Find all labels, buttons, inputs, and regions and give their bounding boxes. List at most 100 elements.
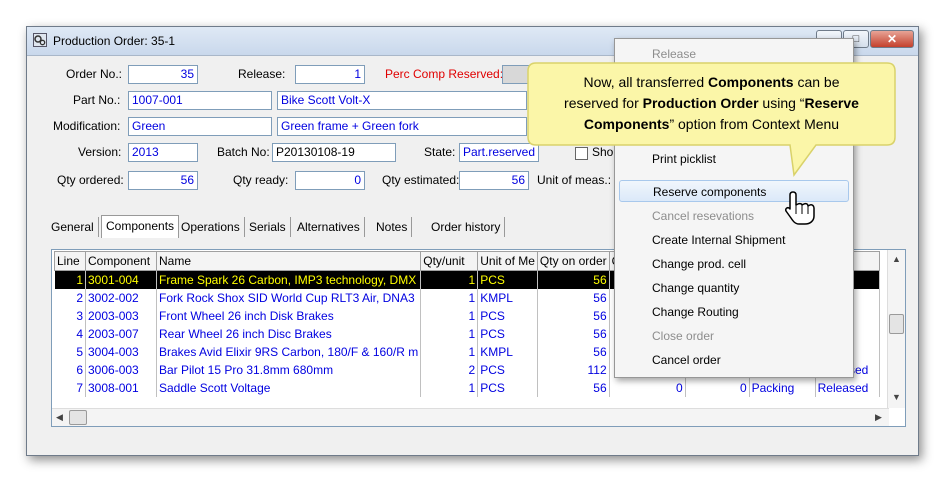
qty-estimated-field[interactable]: 56 bbox=[459, 171, 529, 190]
cell-line: 4 bbox=[54, 325, 86, 343]
cell-unit: PCS bbox=[477, 270, 538, 289]
part-name-field[interactable]: Bike Scott Volt-X bbox=[277, 91, 527, 110]
qty-ready-label: Qty ready: bbox=[233, 173, 289, 187]
qty-ordered-field[interactable]: 56 bbox=[128, 171, 198, 190]
col-header-unit[interactable]: Unit of Me bbox=[477, 251, 538, 271]
cell-name: Saddle Scott Voltage bbox=[156, 379, 422, 397]
modification-label: Modification: bbox=[53, 119, 121, 133]
cell-line: 7 bbox=[54, 379, 86, 397]
cell-qty-unit: 1 bbox=[420, 325, 479, 343]
cell-line: 5 bbox=[54, 343, 86, 361]
menu-item-close-order[interactable]: Close order bbox=[619, 325, 849, 347]
show-label: Sho bbox=[592, 145, 614, 159]
modification-desc-field[interactable]: Green frame + Green fork bbox=[277, 117, 527, 136]
state-label: State: bbox=[424, 145, 456, 159]
vertical-scrollbar[interactable]: ▲ ▼ bbox=[887, 250, 905, 408]
cell-line: 6 bbox=[54, 361, 86, 379]
tab-operations[interactable]: Operations bbox=[177, 217, 245, 237]
cell-c8: 0 bbox=[685, 379, 750, 397]
cell-qty-unit: 1 bbox=[420, 289, 479, 307]
cell-unit: PCS bbox=[477, 325, 538, 343]
scroll-down-icon[interactable]: ▼ bbox=[892, 392, 901, 402]
cell-name: Fork Rock Shox SID World Cup RLT3 Air, D… bbox=[156, 289, 422, 307]
menu-item-print-picklist[interactable]: Print picklist bbox=[619, 148, 849, 170]
horizontal-scroll-thumb[interactable] bbox=[69, 410, 87, 425]
tab-general[interactable]: General bbox=[47, 217, 99, 237]
cell-name: Frame Spark 26 Carbon, IMP3 technology, … bbox=[156, 270, 422, 289]
col-header-qty-on-order[interactable]: Qty on order bbox=[536, 251, 610, 271]
horizontal-scrollbar[interactable]: ◀ ▶ bbox=[52, 408, 889, 426]
tab-order-history[interactable]: Order history bbox=[427, 217, 506, 237]
qty-ready-field[interactable]: 0 bbox=[295, 171, 365, 190]
qty-estimated-label: Qty estimated: bbox=[382, 173, 460, 187]
tab-alternatives[interactable]: Alternatives bbox=[293, 217, 365, 237]
cell-qty-on_order: 56 bbox=[537, 307, 610, 325]
cell-c7: 0 bbox=[609, 379, 686, 397]
vertical-scroll-thumb[interactable] bbox=[889, 314, 904, 334]
scroll-left-icon[interactable]: ◀ bbox=[56, 412, 63, 423]
cell-unit: PCS bbox=[477, 379, 538, 397]
perc-comp-reserved-label: Perc Comp Reserved: bbox=[385, 67, 504, 81]
close-icon: ✕ bbox=[886, 32, 898, 46]
cell-name: Brakes Avid Elixir 9RS Carbon, 180/F & 1… bbox=[156, 343, 422, 361]
modification-field[interactable]: Green bbox=[128, 117, 272, 136]
cell-qty-on_order: 56 bbox=[537, 289, 610, 307]
version-label: Version: bbox=[78, 145, 122, 159]
cell-qty-unit: 1 bbox=[420, 379, 479, 397]
cell-component: 2003-007 bbox=[85, 325, 157, 343]
cell-line: 1 bbox=[54, 270, 86, 289]
state-field[interactable]: Part.reserved bbox=[459, 143, 539, 162]
menu-item-change-quantity[interactable]: Change quantity bbox=[619, 277, 849, 299]
cell-line: 2 bbox=[54, 289, 86, 307]
cell-unit: PCS bbox=[477, 307, 538, 325]
cell-qty-on_order: 56 bbox=[537, 325, 610, 343]
menu-item-cancel-order[interactable]: Cancel order bbox=[619, 349, 849, 371]
tab-notes[interactable]: Notes bbox=[372, 217, 413, 237]
part-no-label: Part No.: bbox=[73, 93, 121, 107]
menu-item-change-prod-cell[interactable]: Change prod. cell bbox=[619, 253, 849, 275]
cell-qty-on_order: 56 bbox=[537, 270, 610, 289]
cell-qty-unit: 1 bbox=[420, 343, 479, 361]
cell-line: 3 bbox=[54, 307, 86, 325]
show-checkbox[interactable] bbox=[575, 147, 588, 160]
tab-serials[interactable]: Serials bbox=[245, 217, 291, 237]
table-row[interactable]: 7 3008-001 Saddle Scott Voltage 1 PCS 56 0 0 Pac… bbox=[54, 379, 880, 397]
col-header-name[interactable]: Name bbox=[155, 251, 422, 271]
cell-name: Bar Pilot 15 Pro 31.8mm 680mm bbox=[156, 361, 422, 379]
part-no-field[interactable]: 1007-001 bbox=[128, 91, 272, 110]
tab-components[interactable]: Components bbox=[101, 215, 180, 238]
close-button[interactable]: ✕ bbox=[870, 30, 914, 48]
scroll-up-icon[interactable]: ▲ bbox=[892, 254, 901, 264]
cell-qty-unit: 1 bbox=[420, 307, 479, 325]
version-field[interactable]: 2013 bbox=[128, 143, 198, 162]
cell-unit: PCS bbox=[477, 361, 538, 379]
cell-name: Rear Wheel 26 inch Disc Brakes bbox=[156, 325, 422, 343]
scroll-right-icon[interactable]: ▶ bbox=[875, 412, 882, 423]
cell-qty-on_order: 56 bbox=[537, 343, 610, 361]
release-label: Release: bbox=[238, 67, 286, 81]
cell-name: Front Wheel 26 inch Disk Brakes bbox=[156, 307, 422, 325]
order-no-field[interactable]: 35 bbox=[128, 65, 198, 84]
cell-component: 3006-003 bbox=[85, 361, 157, 379]
cell-unit: KMPL bbox=[477, 343, 538, 361]
cell-unit: KMPL bbox=[477, 289, 538, 307]
unit-of-meas-label: Unit of meas.: bbox=[537, 173, 612, 187]
batch-no-field[interactable]: P20130108-19 bbox=[272, 143, 396, 162]
menu-item-change-routing[interactable]: Change Routing bbox=[619, 301, 849, 323]
cell-c9: Packing bbox=[749, 379, 816, 397]
cell-qty-on_order: 112 bbox=[537, 361, 610, 379]
col-header-line[interactable]: Line bbox=[54, 251, 86, 271]
col-header-qty-unit[interactable]: Qty/unit bbox=[420, 251, 479, 271]
qty-ordered-label: Qty ordered: bbox=[57, 173, 124, 187]
cell-component: 3001-004 bbox=[85, 270, 157, 289]
release-field[interactable]: 1 bbox=[295, 65, 365, 84]
menu-item-release[interactable]: Release bbox=[619, 43, 849, 65]
gears-app-icon bbox=[33, 33, 47, 47]
window-title: Production Order: 35-1 bbox=[53, 34, 176, 48]
cell-qty-unit: 1 bbox=[420, 270, 479, 289]
hand-pointer-icon bbox=[785, 191, 815, 225]
callout-text: Now, all transferred Components can be r… bbox=[564, 74, 859, 132]
cell-component: 3002-002 bbox=[85, 289, 157, 307]
menu-item-create-internal-shipment[interactable]: Create Internal Shipment bbox=[619, 229, 849, 251]
col-header-component[interactable]: Component bbox=[85, 251, 157, 271]
